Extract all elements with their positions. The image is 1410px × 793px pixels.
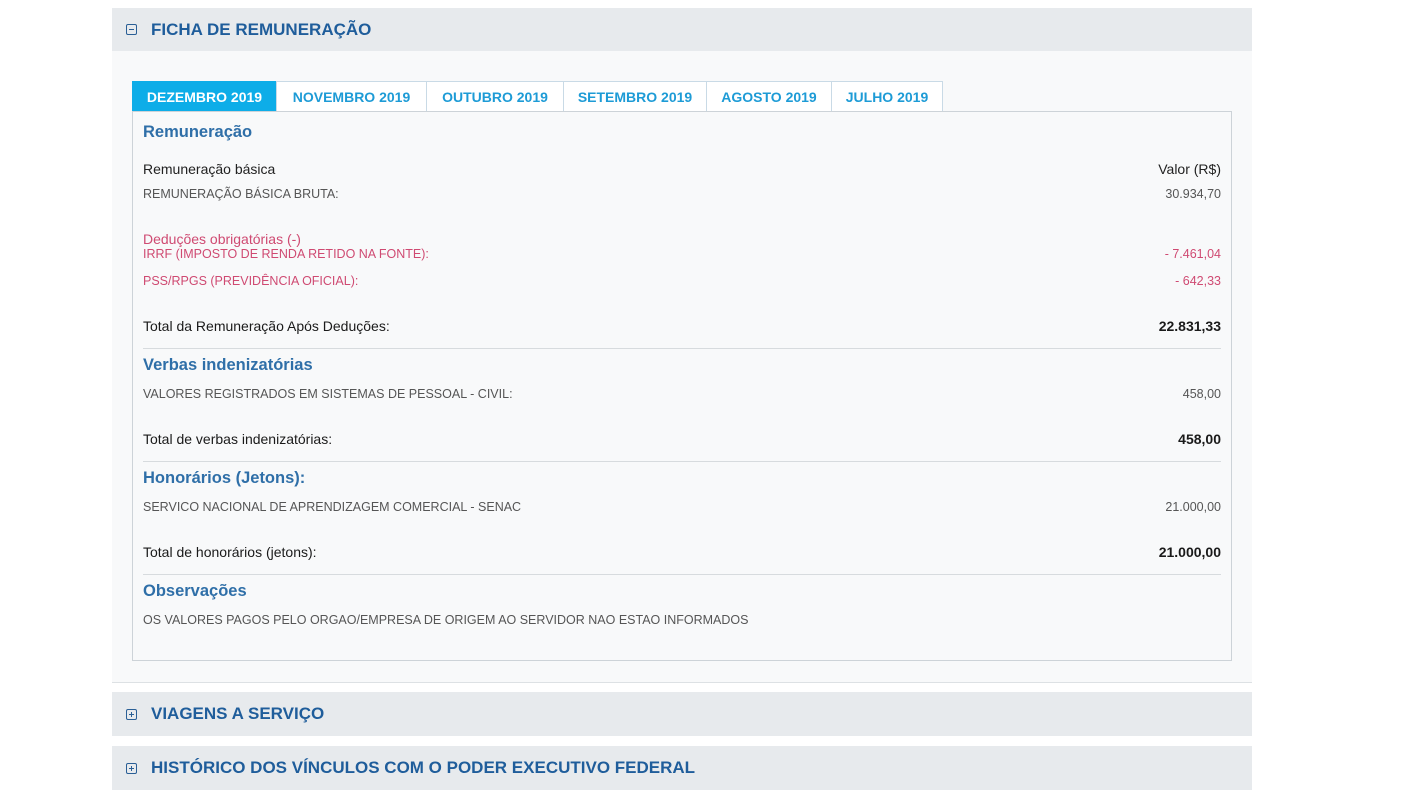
honorarios-item-label: SERVICO NACIONAL DE APRENDIZAGEM COMERCI… (143, 500, 522, 514)
basica-label: REMUNERAÇÃO BÁSICA BRUTA: (143, 187, 339, 201)
divider (143, 461, 1221, 462)
remuneracao-panel: Remuneração Remuneração básica Valor (R$… (132, 111, 1232, 661)
ficha-body: DEZEMBRO 2019 NOVEMBRO 2019 OUTUBRO 2019… (112, 51, 1252, 683)
tab-dezembro-2019[interactable]: DEZEMBRO 2019 (132, 81, 277, 111)
total-remuneracao-value: 22.831,33 (1158, 318, 1221, 334)
remuneracao-heading: Remuneração (143, 123, 253, 141)
pss-value: - 642,33 (1175, 274, 1221, 288)
historico-header[interactable]: HISTÓRICO DOS VÍNCULOS COM O PODER EXECU… (112, 746, 1252, 790)
pss-label: PSS/RPGS (PREVIDÊNCIA OFICIAL): (143, 274, 359, 288)
total-honorarios-value: 21.000,00 (1158, 544, 1221, 560)
tab-julho-2019[interactable]: JULHO 2019 (831, 81, 943, 111)
plus-square-icon[interactable] (126, 762, 137, 774)
total-remuneracao-label: Total da Remuneração Após Deduções: (143, 318, 390, 334)
verbas-heading: Verbas indenizatórias (143, 356, 313, 374)
deducoes-heading: Deduções obrigatórias (-) (143, 231, 301, 247)
total-honorarios-label: Total de honorários (jetons): (143, 544, 317, 560)
observacoes-text: OS VALORES PAGOS PELO ORGAO/EMPRESA DE O… (143, 613, 749, 627)
irrf-value: - 7.461,04 (1164, 247, 1221, 261)
viagens-title: VIAGENS A SERVIÇO (151, 704, 325, 723)
honorarios-heading: Honorários (Jetons): (143, 469, 306, 487)
total-verbas-value: 458,00 (1178, 431, 1221, 447)
ficha-title: FICHA DE REMUNERAÇÃO (151, 19, 372, 39)
col-header-valor: Valor (R$) (1158, 161, 1221, 177)
verbas-item-label: VALORES REGISTRADOS EM SISTEMAS DE PESSO… (143, 387, 513, 401)
divider (143, 574, 1221, 575)
tab-agosto-2019[interactable]: AGOSTO 2019 (706, 81, 832, 111)
verbas-item-value: 458,00 (1182, 387, 1221, 401)
plus-square-icon[interactable] (126, 708, 137, 720)
tab-outubro-2019[interactable]: OUTUBRO 2019 (426, 81, 564, 111)
basica-value: 30.934,70 (1165, 187, 1221, 201)
irrf-label: IRRF (IMPOSTO DE RENDA RETIDO NA FONTE): (143, 247, 429, 261)
historico-title: HISTÓRICO DOS VÍNCULOS COM O PODER EXECU… (151, 758, 696, 777)
observacoes-heading: Observações (143, 582, 247, 600)
total-verbas-label: Total de verbas indenizatórias: (143, 431, 333, 447)
tab-novembro-2019[interactable]: NOVEMBRO 2019 (276, 81, 427, 111)
divider (143, 348, 1221, 349)
minus-square-icon[interactable] (126, 24, 137, 35)
tab-setembro-2019[interactable]: SETEMBRO 2019 (563, 81, 707, 111)
col-header-remuneracao-basica: Remuneração básica (143, 161, 276, 177)
viagens-header[interactable]: VIAGENS A SERVIÇO (112, 692, 1252, 736)
honorarios-item-value: 21.000,00 (1165, 500, 1221, 514)
ficha-header[interactable]: FICHA DE REMUNERAÇÃO (112, 8, 1252, 51)
month-tabs: DEZEMBRO 2019 NOVEMBRO 2019 OUTUBRO 2019… (132, 81, 943, 112)
